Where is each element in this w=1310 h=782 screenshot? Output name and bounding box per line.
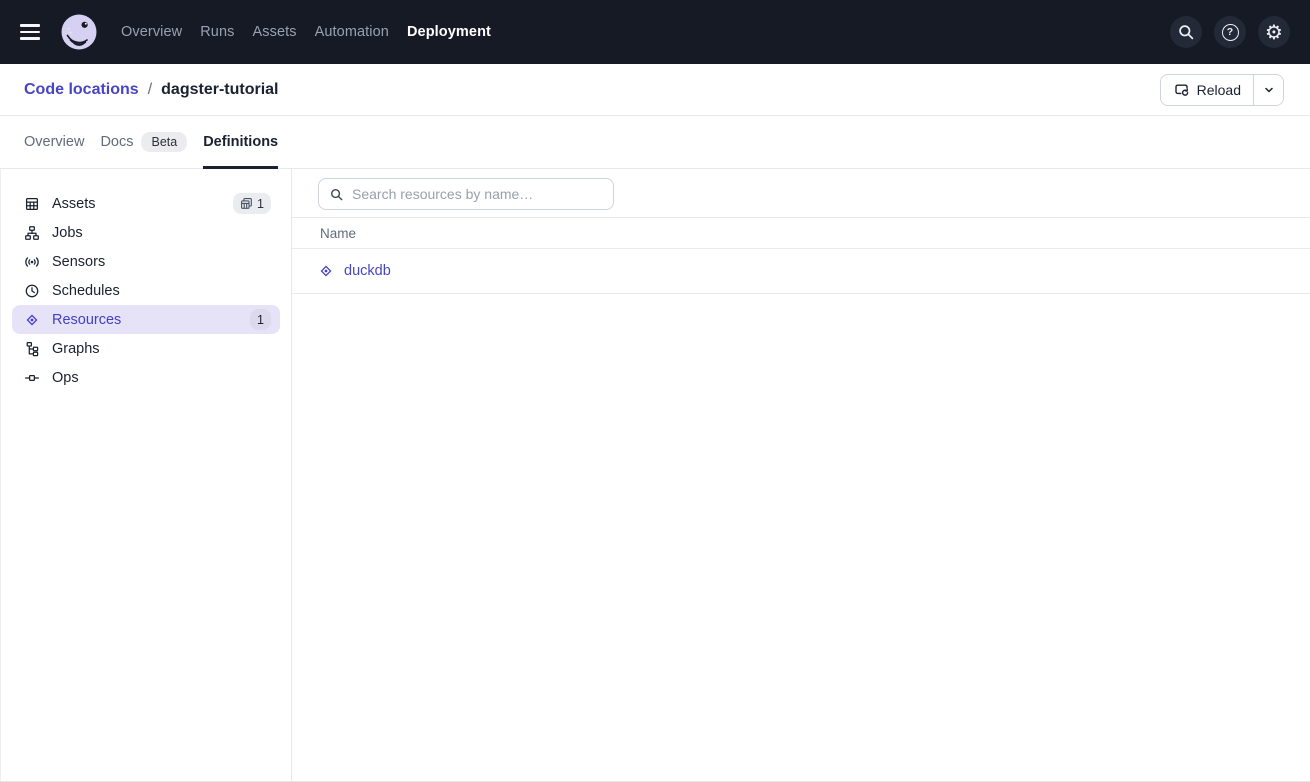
nav-item-deployment[interactable]: Deployment (407, 24, 491, 40)
nav-item-assets[interactable]: Assets (252, 24, 296, 40)
search-icon (329, 187, 344, 202)
reload-code-location-icon (1173, 81, 1190, 98)
top-navbar: Overview Runs Assets Automation Deployme… (0, 0, 1310, 64)
help-button[interactable]: ? (1214, 16, 1246, 48)
resources-panel: Name duckdb (292, 169, 1310, 781)
definitions-content: Assets 1 (0, 169, 1310, 782)
resources-count: 1 (257, 313, 264, 327)
breadcrumb-code-locations-link[interactable]: Code locations (24, 81, 139, 99)
tab-docs[interactable]: Docs (100, 134, 133, 150)
ops-icon (24, 370, 40, 386)
reload-split-button: Reload (1160, 74, 1284, 106)
sidebar-item-label: Schedules (52, 283, 120, 299)
sidebar-item-jobs[interactable]: Jobs (12, 218, 280, 247)
sidebar-item-ops[interactable]: Ops (12, 363, 280, 392)
sidebar-item-schedules[interactable]: Schedules (12, 276, 280, 305)
hamburger-menu-button[interactable] (20, 18, 48, 46)
hamburger-icon (20, 24, 40, 26)
settings-button[interactable]: ⚙ (1258, 16, 1290, 48)
breadcrumb-separator: / (148, 81, 152, 99)
primary-nav: Overview Runs Assets Automation Deployme… (121, 24, 491, 40)
table-row[interactable]: duckdb (292, 249, 1310, 294)
resource-search-row (292, 169, 1310, 218)
tab-definitions[interactable]: Definitions (203, 116, 278, 168)
assets-table-icon (24, 196, 40, 212)
resources-compass-icon (24, 312, 40, 328)
assets-count-badge: 1 (233, 193, 271, 214)
asset-group-icon (240, 197, 253, 210)
jobs-icon (24, 225, 40, 241)
tab-overview[interactable]: Overview (24, 116, 84, 168)
tabs-bar: Overview Docs Beta Definitions (0, 116, 1310, 169)
chevron-down-icon (1262, 83, 1276, 97)
breadcrumb: Code locations / dagster-tutorial (24, 81, 278, 99)
sidebar-item-label: Assets (52, 196, 96, 212)
dagster-logo[interactable] (61, 14, 97, 50)
resource-compass-icon (318, 263, 334, 279)
reload-button-label: Reload (1197, 82, 1241, 98)
resource-link-duckdb[interactable]: duckdb (344, 263, 391, 279)
sidebar-item-resources[interactable]: Resources 1 (12, 305, 280, 334)
resource-search (318, 178, 614, 210)
sidebar-item-sensors[interactable]: Sensors (12, 247, 280, 276)
beta-badge: Beta (141, 132, 187, 153)
tab-docs-group: Docs Beta (100, 116, 187, 168)
resource-search-input[interactable] (352, 186, 603, 202)
graphs-icon (24, 341, 40, 357)
sensors-icon (24, 254, 40, 270)
breadcrumb-current: dagster-tutorial (161, 81, 278, 99)
sidebar-item-assets[interactable]: Assets 1 (12, 189, 280, 218)
column-header-name: Name (320, 226, 356, 241)
sidebar-item-label: Jobs (52, 225, 83, 241)
definitions-sidebar: Assets 1 (1, 169, 292, 781)
gear-icon: ⚙ (1265, 22, 1283, 42)
app-root: Overview Runs Assets Automation Deployme… (0, 0, 1310, 782)
nav-item-automation[interactable]: Automation (315, 24, 389, 40)
page-header: Code locations / dagster-tutorial Reload (0, 64, 1310, 116)
assets-count: 1 (257, 197, 264, 211)
global-search-button[interactable] (1170, 16, 1202, 48)
schedules-icon (24, 283, 40, 299)
sidebar-item-label: Graphs (52, 341, 100, 357)
search-icon (1177, 23, 1195, 41)
sidebar-item-graphs[interactable]: Graphs (12, 334, 280, 363)
dagster-logo-icon (61, 14, 97, 50)
sidebar-item-label: Resources (52, 312, 121, 328)
reload-button[interactable]: Reload (1161, 75, 1253, 105)
sidebar-item-label: Sensors (52, 254, 105, 270)
nav-item-runs[interactable]: Runs (200, 24, 234, 40)
nav-item-overview[interactable]: Overview (121, 24, 182, 40)
sidebar-item-label: Ops (52, 370, 79, 386)
reload-dropdown-button[interactable] (1253, 75, 1283, 105)
help-icon: ? (1222, 24, 1239, 41)
table-header-row: Name (292, 218, 1310, 249)
resources-count-badge: 1 (250, 309, 271, 330)
